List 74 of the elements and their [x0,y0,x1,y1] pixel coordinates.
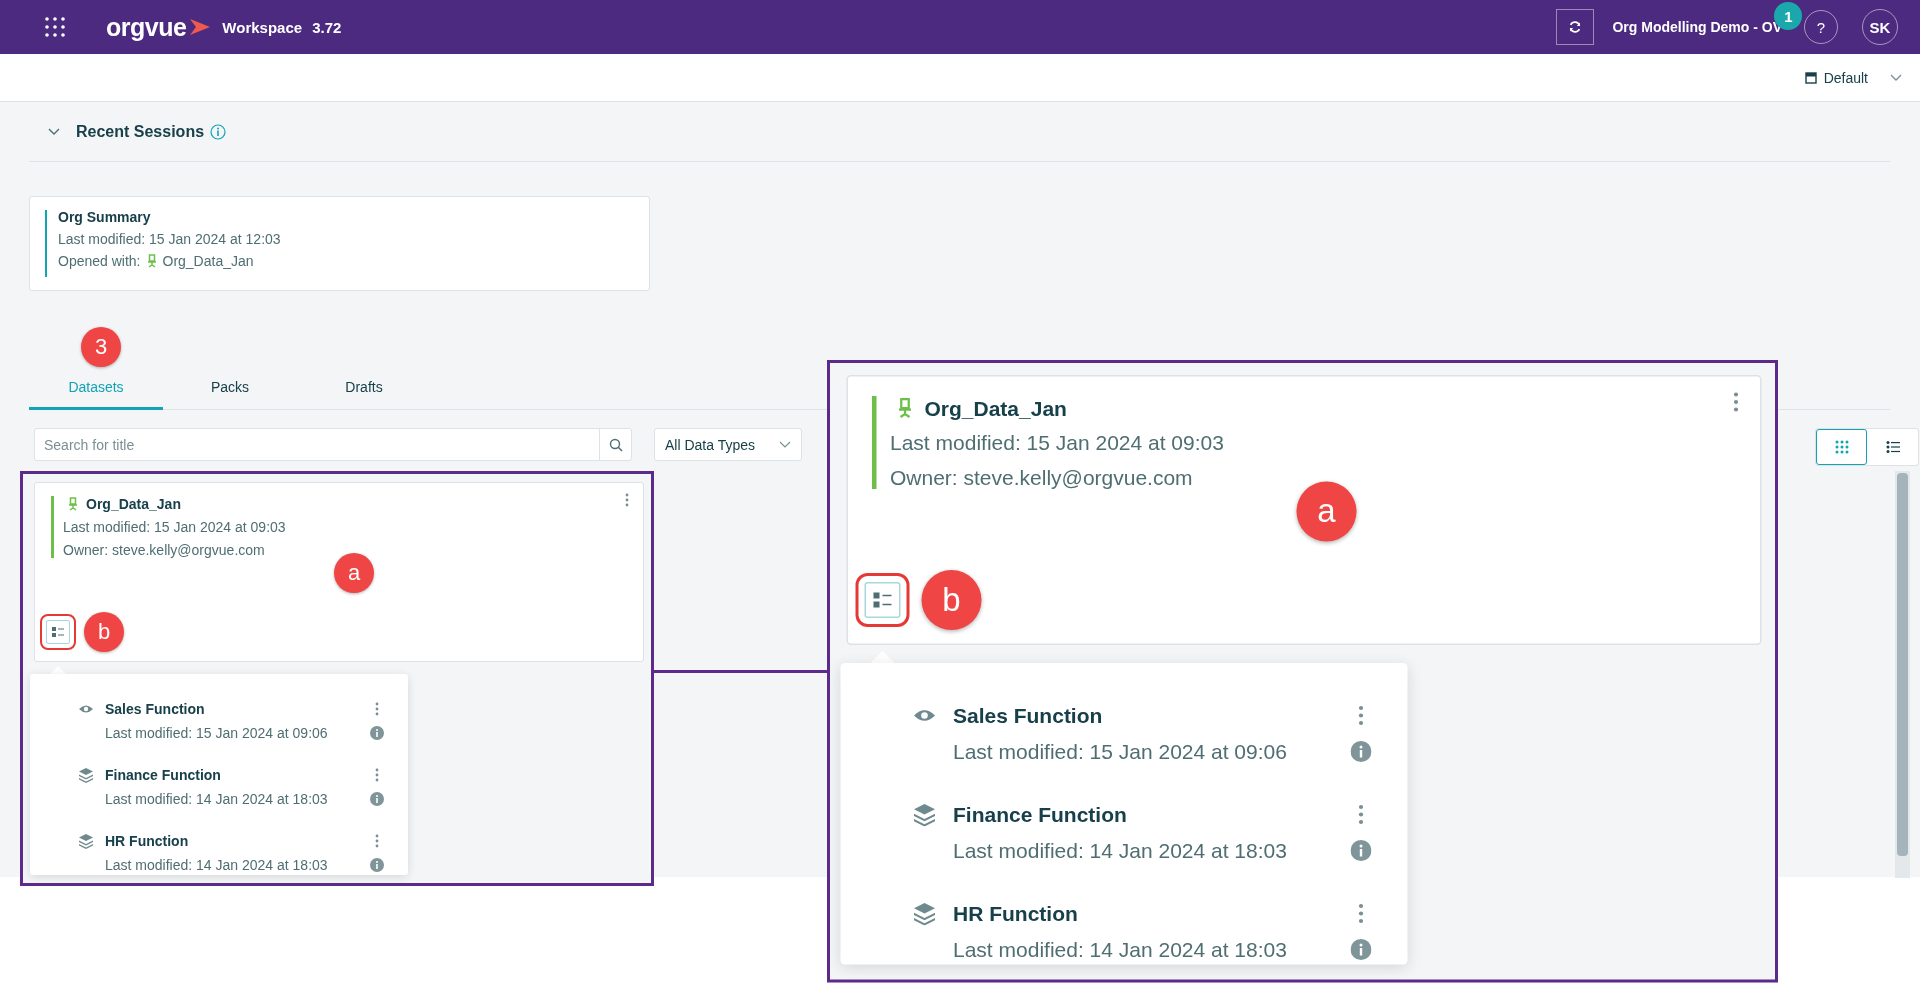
kebab-menu-icon[interactable] [625,493,629,507]
search-icon[interactable] [608,437,623,452]
dataset-name[interactable]: Org_Data_Jan [162,253,254,269]
chevron-icon[interactable] [48,128,60,136]
app-launcher-icon[interactable] [45,17,65,37]
dataset-title: Org_Data_Jan [86,496,181,512]
session-card[interactable]: Org Summary Last modified: 15 Jan 2024 at 12:03 Opened with: Org_Data_Jan [29,196,650,291]
grid-dots-icon [1834,440,1849,454]
info-icon[interactable] [370,792,384,806]
last-modified-text: Last modified: 14 Jan 2024 at 18:03 [105,857,329,873]
last-modified-text: Last modified: 14 Jan 2024 at 18:03 [953,838,1288,863]
last-modified-text: Last modified: 14 Jan 2024 at 18:03 [953,937,1288,962]
chevron-down-icon [779,440,791,449]
last-modified-text: Last modified: 14 Jan 2024 at 18:03 [105,791,329,807]
info-icon[interactable] [1350,939,1372,960]
data-type-dropdown[interactable]: All Data Types [654,428,802,461]
list-icon [1885,440,1900,454]
view-title[interactable]: Sales Function [105,701,357,717]
eye-icon [78,703,94,715]
scrollbar[interactable] [1897,473,1908,856]
kebab-menu-icon[interactable] [375,768,379,782]
chair-icon [68,497,78,511]
dataset-card[interactable]: Org_Data_Jan Last modified: 15 Jan 2024 at 09:03 Owner: steve.kelly@orgvue.com b a [846,375,1762,645]
layout-selector[interactable]: Default [1804,69,1868,86]
layers-icon [912,901,937,926]
opened-with-label: Opened with: [58,253,141,269]
refresh-button[interactable] [1556,9,1595,45]
last-modified-text: Last modified: 15 Jan 2024 at 09:06 [105,725,329,741]
kebab-menu-icon[interactable] [1733,391,1739,413]
logo-text: orgvue [106,12,187,42]
kebab-menu-icon[interactable] [1358,903,1364,924]
last-modified-text: Last modified: 15 Jan 2024 at 09:03 [890,430,1224,455]
window-icon [1804,71,1817,84]
view-title[interactable]: Finance Function [105,767,357,783]
chair-icon [146,254,157,268]
last-modified-text: Last modified: 15 Jan 2024 at 09:03 [63,519,286,535]
view-title[interactable]: HR Function [105,833,357,849]
kebab-menu-icon[interactable] [1358,705,1364,726]
tab[interactable]: Packs [163,367,297,410]
layers-icon [78,767,94,783]
annotation-marker: a [1296,481,1357,542]
dataset-card[interactable]: Org_Data_Jan Last modified: 15 Jan 2024 at 09:03 Owner: steve.kelly@orgvue.com b a [34,482,644,662]
chevron-down-icon[interactable] [1890,73,1902,82]
dataset-title: Org_Data_Jan [924,396,1067,420]
info-icon[interactable] [1350,840,1372,861]
layers-icon [912,802,937,827]
info-icon[interactable] [370,726,384,740]
annotation-marker: b [921,570,982,630]
info-icon[interactable] [210,124,227,140]
annotation-marker: 3 [81,327,121,367]
layers-icon [78,833,94,849]
tab[interactable]: Drafts [297,367,431,410]
last-modified-text: Last modified: 15 Jan 2024 at 12:03 [58,231,282,247]
session-title: Org Summary [58,209,152,225]
view-title[interactable]: Finance Function [953,802,1331,827]
owner-text: Owner: steve.kelly@orgvue.com [63,542,266,558]
owner-text: Owner: steve.kelly@orgvue.com [890,465,1194,489]
app-name: Workspace [222,18,303,36]
info-icon[interactable] [370,858,384,872]
last-modified-text: Last modified: 15 Jan 2024 at 09:06 [953,739,1288,764]
annotation-marker: a [334,553,374,593]
kebab-menu-icon[interactable] [1358,804,1364,825]
app-version: 3.72 [312,18,342,36]
kebab-menu-icon[interactable] [375,834,379,848]
section-title: Recent Sessions [76,123,205,141]
view-title[interactable]: Sales Function [953,703,1331,728]
kebab-menu-icon[interactable] [375,702,379,716]
list-squares-icon [50,624,66,640]
chair-icon [897,397,913,419]
annotation-marker: b [84,612,124,652]
info-icon[interactable] [1350,741,1372,762]
view-title[interactable]: HR Function [953,901,1331,926]
grid-view-button[interactable] [1816,429,1867,465]
refresh-icon [1568,20,1583,34]
